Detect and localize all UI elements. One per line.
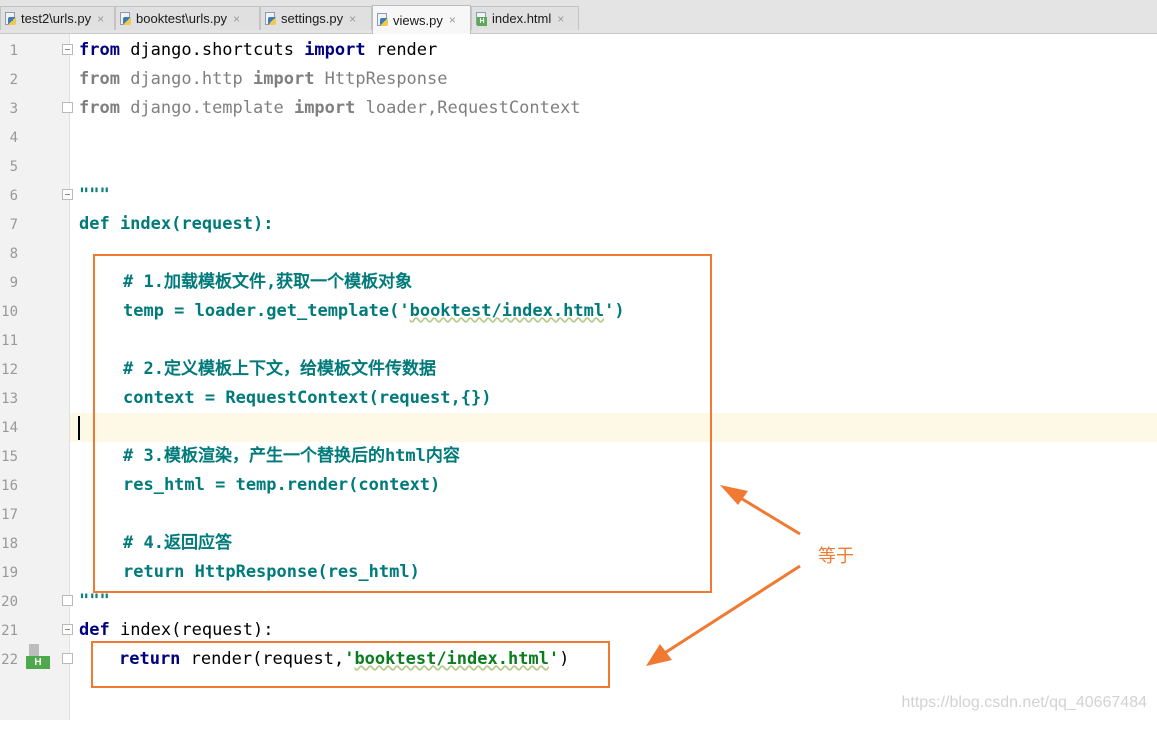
watermark: https://blog.csdn.net/qq_40667484: [901, 694, 1147, 711]
arrow-head-lower-icon: [646, 644, 672, 666]
arrow-head-upper-icon: [720, 485, 748, 505]
annotation-equal-label: 等于: [818, 546, 854, 567]
arrow-line-upper: [733, 492, 801, 536]
annotation-arrows: [646, 485, 801, 666]
arrow-line-lower: [659, 564, 801, 658]
